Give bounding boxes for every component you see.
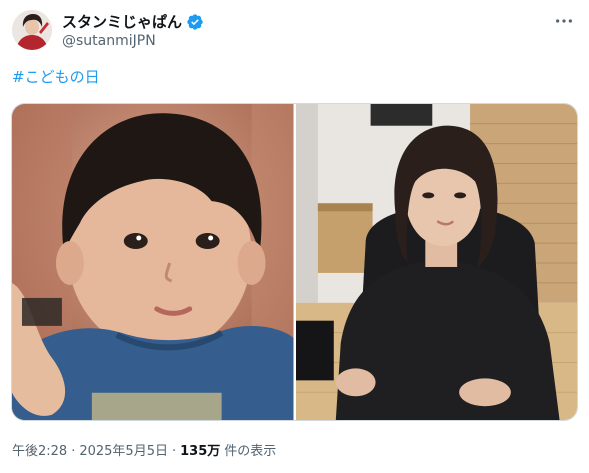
verified-badge-icon [186, 13, 204, 31]
hashtag-link[interactable]: #こどもの日 [12, 66, 100, 87]
photo-childhood[interactable] [12, 104, 294, 420]
tweet-meta: 午後2:28 · 2025年5月5日 · 135万 件の表示 [12, 440, 276, 459]
views-count[interactable]: 135万 [180, 440, 220, 459]
author-handle[interactable]: @sutanmiJPN [62, 33, 156, 49]
meta-separator: · [71, 444, 76, 459]
author-name-row: スタンミじゃぱん [62, 11, 204, 32]
avatar[interactable] [12, 10, 52, 50]
meta-separator: · [171, 444, 177, 459]
more-options-button[interactable] [553, 10, 575, 32]
display-name[interactable]: スタンミじゃぱん [62, 11, 182, 32]
avatar-image [12, 10, 52, 50]
photo-adult[interactable] [295, 104, 577, 420]
media-grid [11, 103, 578, 421]
tweet: スタンミじゃぱん @sutanmiJPN #こどもの日 午後2:28 · 202… [0, 0, 589, 473]
post-time[interactable]: 午後2:28 [12, 440, 67, 459]
post-date[interactable]: 2025年5月5日 [79, 440, 168, 459]
views-label: 件の表示 [224, 444, 277, 459]
childhood-photo-image [12, 104, 294, 420]
adult-photo-image [295, 104, 577, 420]
more-horizontal-icon [556, 19, 572, 23]
